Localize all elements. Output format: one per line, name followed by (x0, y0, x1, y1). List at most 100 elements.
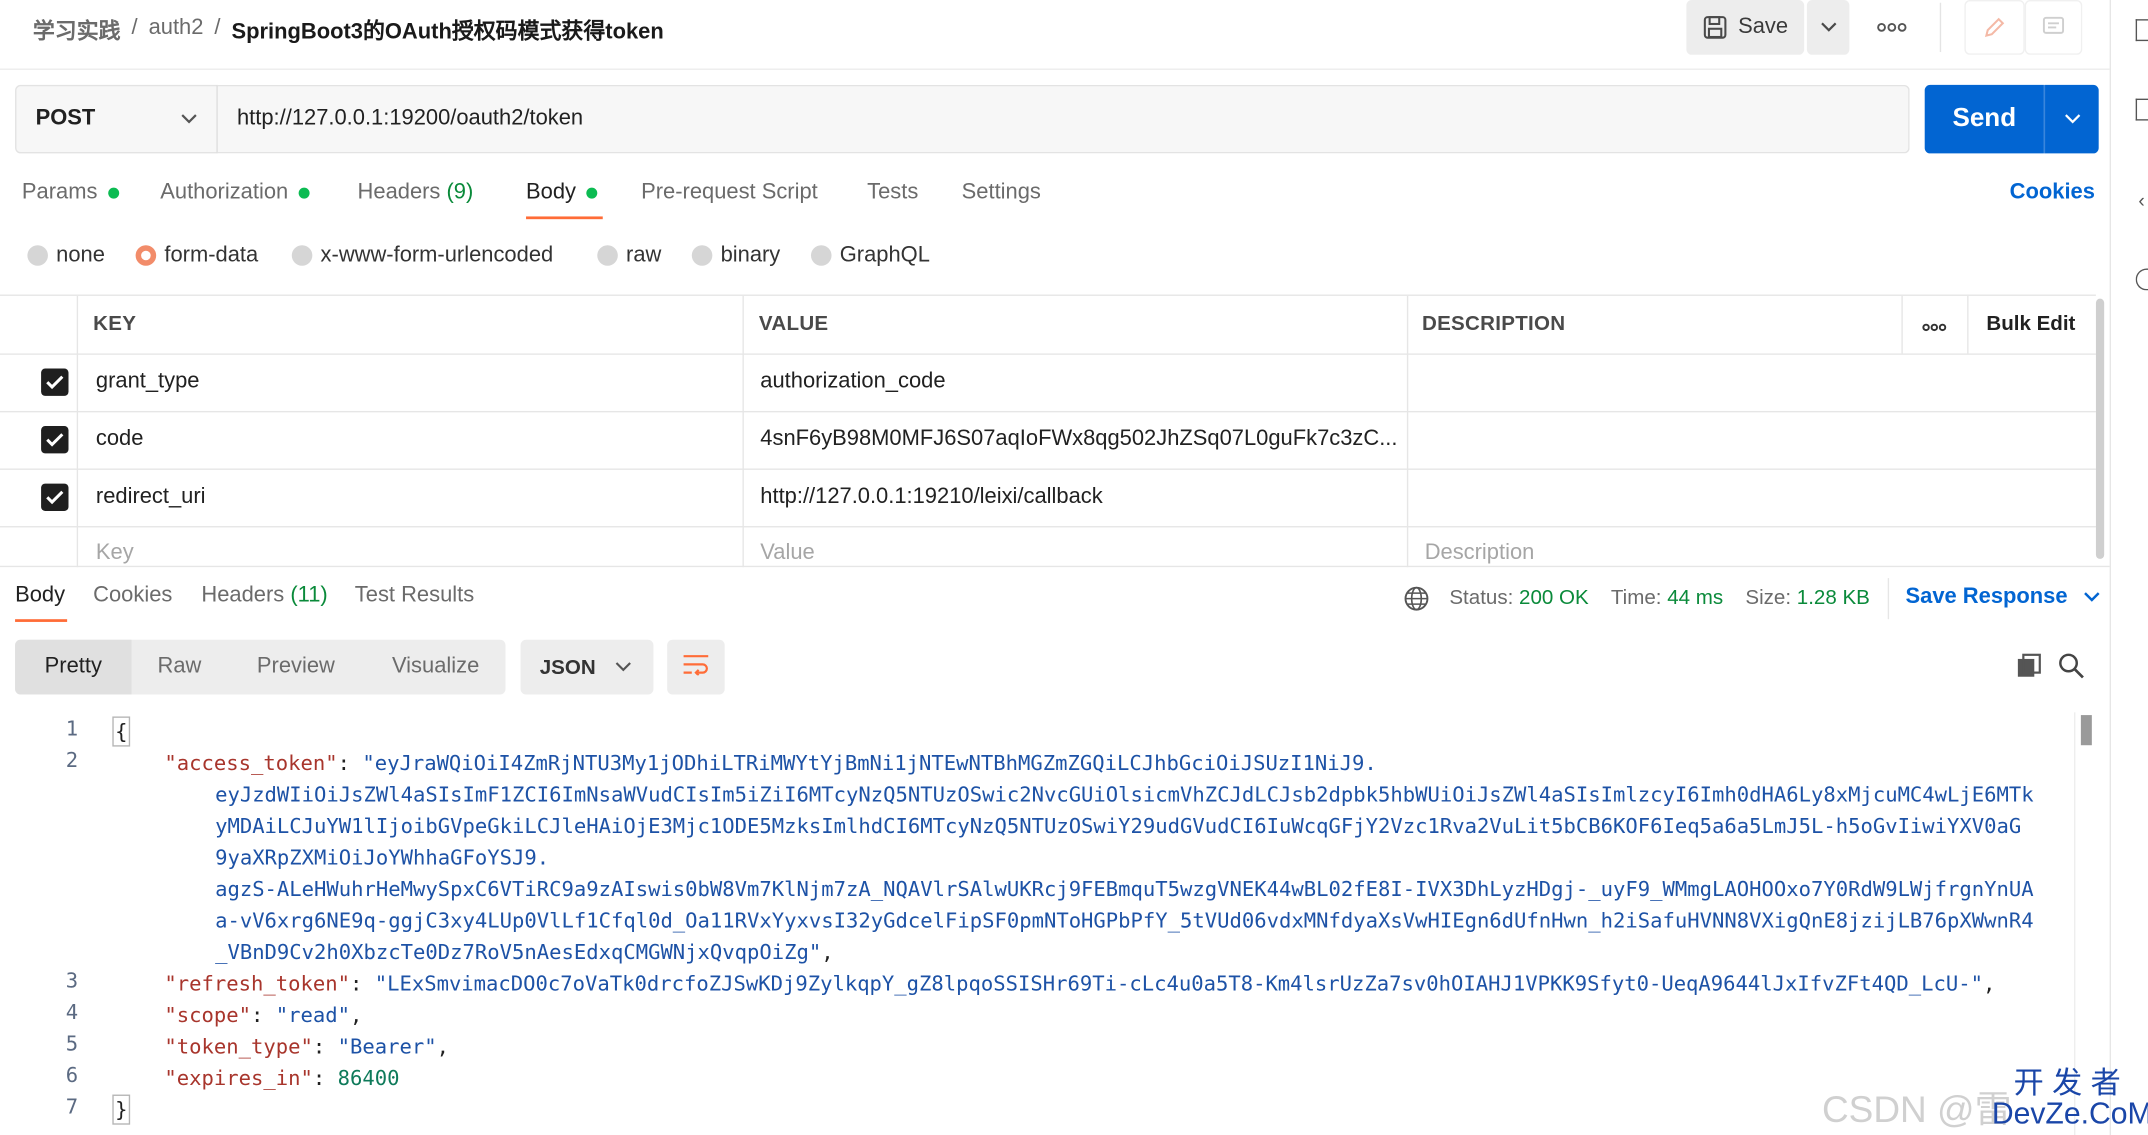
save-button[interactable]: Save (1686, 0, 1805, 55)
json-line: "refresh_token": "LExSmvimacDO0c7oVaTk0d… (164, 971, 1996, 996)
radio-x-www-form-urlencoded[interactable]: x-www-form-urlencoded (291, 244, 553, 269)
key-placeholder-input[interactable]: Key (96, 541, 134, 566)
json-string: "read" (275, 1002, 350, 1028)
time-value[interactable]: 44 ms (1667, 586, 1723, 609)
row-checkbox[interactable] (41, 426, 69, 454)
cookies-link[interactable]: Cookies (2010, 181, 2095, 206)
json-key: "refresh_token" (164, 971, 350, 996)
row-value[interactable]: authorization_code (760, 370, 945, 395)
radio-form-data[interactable]: form-data (135, 244, 258, 269)
view-mode-preview[interactable]: Preview (234, 640, 357, 695)
row-value[interactable]: 4snF6yB98M0MFJ6S07aqIoFWx8qg502JhZSq07L0… (760, 427, 1401, 452)
comments-sidebar-icon[interactable] (2135, 98, 2148, 121)
row-value[interactable]: http://127.0.0.1:19210/leixi/callback (760, 485, 1102, 510)
tab-tests[interactable]: Tests (867, 181, 918, 206)
json-open-brace: { (112, 716, 131, 747)
response-body-code[interactable]: 1 2 3 4 5 6 7 { "access_token": "eyJraWQ… (0, 712, 2092, 1135)
radio-circle (27, 245, 48, 267)
save-response-label: Save Response (1905, 584, 2068, 609)
json-key: "scope" (164, 1002, 251, 1028)
url-input[interactable]: http://127.0.0.1:19200/oauth2/token (216, 84, 1910, 154)
radio-graphql[interactable]: GraphQL (810, 244, 930, 269)
comments-icon[interactable] (2024, 0, 2083, 55)
json-line: "scope": "read", (164, 1002, 363, 1028)
radio-raw[interactable]: raw (597, 244, 661, 269)
tab-body[interactable]: Body (526, 181, 598, 206)
wrap-lines-button[interactable] (667, 639, 725, 695)
info-icon[interactable] (2135, 268, 2148, 291)
status-dot (108, 187, 120, 199)
line-number: 7 (65, 1094, 79, 1120)
breadcrumb-separator: / (214, 16, 221, 40)
size-value[interactable]: 1.28 KB (1797, 586, 1870, 609)
globe-icon[interactable] (1403, 585, 1430, 619)
tab-authorization[interactable]: Authorization (160, 181, 311, 206)
row-key[interactable]: redirect_uri (96, 485, 206, 510)
radio-circle (135, 245, 157, 267)
edit-icon[interactable] (1964, 0, 2025, 55)
table-divider (0, 526, 2096, 528)
view-mode-visualize[interactable]: Visualize (369, 640, 503, 695)
column-header-key: KEY (93, 312, 137, 336)
response-tab-cookies[interactable]: Cookies (93, 584, 172, 609)
meta-divider (1887, 578, 1890, 620)
code-scrollbar[interactable] (2080, 715, 2092, 746)
response-tab-test-results[interactable]: Test Results (355, 584, 474, 609)
description-placeholder-input[interactable]: Description (1425, 541, 1535, 566)
status-dot (299, 187, 311, 199)
response-tab-headers[interactable]: Headers (11) (201, 584, 327, 609)
tab-body-label: Body (526, 180, 577, 205)
active-tab-underline (526, 216, 603, 220)
copy-icon[interactable] (2015, 652, 2042, 686)
row-key[interactable]: grant_type (96, 370, 200, 395)
line-number: 5 (65, 1031, 79, 1057)
json-line: "token_type": "Bearer", (164, 1034, 449, 1059)
form-data-table: KEY VALUE DESCRIPTION Bulk Edit grant_ty… (0, 294, 2105, 568)
active-tab-underline (15, 619, 68, 622)
breadcrumb-request-name[interactable]: SpringBoot3的OAuth授权码模式获得token (231, 12, 663, 45)
column-header-description: DESCRIPTION (1421, 312, 1566, 336)
breadcrumb-workspace[interactable]: 学习实践 (33, 12, 121, 45)
tab-params-label: Params (21, 180, 98, 205)
radio-binary[interactable]: binary (691, 244, 780, 269)
tab-pre-request-script[interactable]: Pre-request Script (641, 181, 818, 206)
radio-none[interactable]: none (27, 244, 105, 269)
radio-label: none (56, 243, 105, 268)
more-options-icon[interactable] (1877, 16, 1907, 38)
row-checkbox[interactable] (41, 368, 69, 396)
status-badge[interactable]: 200 OK (1519, 586, 1589, 609)
checkmark-icon (46, 433, 64, 447)
row-checkbox[interactable] (41, 483, 69, 511)
response-divider (0, 565, 2110, 568)
chevron-down-icon (181, 107, 197, 132)
send-label: Send (1952, 104, 2017, 133)
save-response-button[interactable]: Save Response (1906, 585, 2101, 610)
view-mode-pretty[interactable]: Pretty (15, 639, 132, 695)
time-label: Time: (1610, 586, 1662, 610)
method-select[interactable]: POST (15, 84, 218, 154)
table-options-icon[interactable] (1922, 316, 1947, 341)
table-divider (0, 410, 2096, 413)
response-tab-body[interactable]: Body (15, 584, 65, 609)
tab-headers[interactable]: Headers (9) (358, 181, 474, 206)
value-placeholder-input[interactable]: Value (760, 541, 814, 566)
bulk-edit-button[interactable]: Bulk Edit (1986, 312, 2075, 335)
send-button[interactable]: Send (1924, 84, 2044, 154)
send-dropdown-button[interactable] (2043, 84, 2099, 154)
headers-count: (9) (446, 180, 474, 205)
breadcrumb-collection[interactable]: auth2 (149, 16, 204, 41)
tab-params[interactable]: Params (21, 180, 120, 206)
view-mode-raw[interactable]: Raw (132, 640, 228, 695)
documentation-icon[interactable] (2135, 19, 2148, 42)
view-mode-label: Raw (157, 654, 202, 679)
row-key[interactable]: code (96, 427, 144, 452)
table-divider (0, 353, 2096, 355)
toolbar-divider (1939, 2, 1942, 53)
save-dropdown-button[interactable] (1806, 0, 1850, 55)
format-select[interactable]: JSON (520, 639, 654, 695)
code-icon[interactable]: ‹ (2138, 189, 2144, 211)
save-icon (1702, 15, 1727, 40)
search-icon[interactable] (2058, 652, 2085, 686)
tab-settings[interactable]: Settings (962, 181, 1041, 206)
table-scrollbar[interactable] (2095, 298, 2105, 559)
